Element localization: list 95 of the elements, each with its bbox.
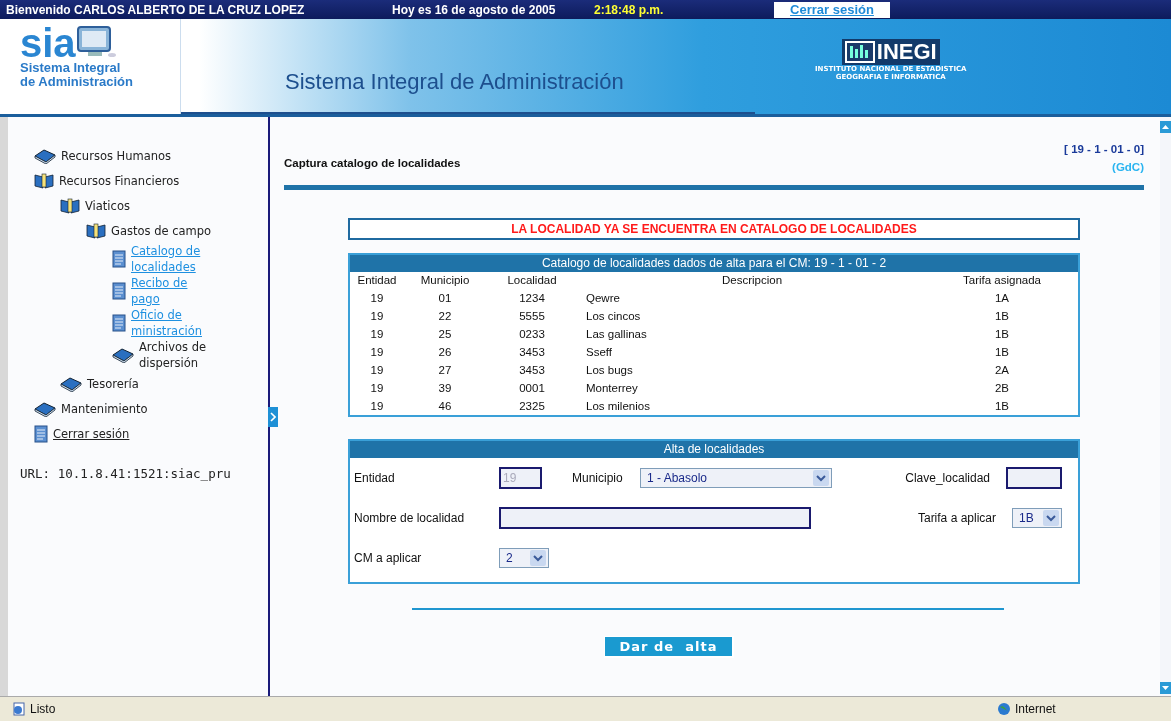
table-cell-text: 26 (437, 345, 453, 360)
chevron-icon (270, 412, 276, 422)
logo-subtitle: Sistema Integral (20, 61, 122, 75)
table-cell-text: 3453 (518, 345, 546, 360)
table-cell-text: 1A (993, 291, 1011, 306)
column-header: Municipio (419, 273, 471, 288)
field-label: Entidad (353, 471, 396, 485)
table-cell-text: 2A (993, 363, 1011, 378)
table-cell-text: 0233 (518, 327, 546, 342)
table-cell-text: 2325 (518, 399, 546, 414)
table-cell-text: 1234 (518, 291, 546, 306)
table-cell-text: 22 (437, 309, 453, 324)
table-cell-text: 1B (993, 309, 1011, 324)
alert-message: LA LOCALIDAD YA SE ENCUENTRA EN CATALOGO DE LOCALIDADES (511, 222, 917, 236)
input-field[interactable] (1006, 467, 1062, 489)
table-cell-text: Qewre (585, 291, 621, 306)
input-field[interactable] (499, 507, 811, 529)
table-cell-text: 19 (369, 363, 385, 378)
time-text: 2:18:48 p.m. (594, 2, 665, 17)
field-label: Municipio (572, 471, 624, 485)
table-cell-text: 0001 (518, 381, 546, 396)
table-cell-text: 39 (437, 381, 453, 396)
document-icon (112, 250, 126, 268)
status-text: Listo (30, 702, 56, 716)
column-header: Entidad (356, 273, 398, 288)
table-cell-text: 19 (369, 381, 385, 396)
menu-item[interactable]: Tesorería (87, 375, 139, 392)
org-logo-text: INEGI (876, 40, 937, 64)
table-cell-text: Las gallinas (585, 327, 648, 342)
url-text: URL: 10.1.8.41:1521:siac_pru (20, 466, 232, 481)
table-cell-text: 1B (993, 399, 1011, 414)
logo-subtitle: de Administración (20, 75, 134, 89)
book-icon (34, 147, 56, 164)
menu-item[interactable]: Recursos Financieros (59, 172, 180, 189)
table-cell-text: 1B (993, 327, 1011, 342)
open-book-icon (34, 172, 54, 189)
menu-link[interactable]: Cerrar sesión (53, 425, 130, 442)
table-cell-text: 27 (437, 363, 453, 378)
table-cell-text: 19 (369, 291, 385, 306)
document-icon (34, 424, 48, 443)
page-icon (12, 702, 26, 716)
book-icon (60, 375, 82, 392)
scroll-down-icon[interactable] (1160, 682, 1171, 694)
field-label: Clave_localidad (905, 471, 990, 485)
column-header: Descripcion (720, 273, 784, 288)
table-cell-text: 5555 (518, 309, 546, 324)
dropdown[interactable]: 1 - Abasolo (640, 468, 832, 488)
menu-item[interactable]: Viaticos (85, 197, 130, 214)
zone-text: Internet (1015, 702, 1057, 716)
dropdown[interactable]: 1B (1012, 508, 1062, 528)
page-title: Captura catalogo de localidades (284, 157, 461, 169)
field-label: CM a aplicar (353, 551, 423, 565)
menu-item[interactable]: Archivos de dispersión (139, 339, 219, 371)
field-label: Tarifa a aplicar (917, 511, 996, 525)
dropdown[interactable]: 2 (499, 548, 549, 568)
globe-icon (997, 702, 1011, 716)
open-book-icon (86, 222, 106, 239)
table-cell-text: 25 (437, 327, 453, 342)
table-cell-text: 01 (437, 291, 453, 306)
scroll-up-icon[interactable] (1160, 121, 1171, 133)
table-cell-text: 3453 (518, 363, 546, 378)
date-text: Hoy es 16 de agosto de 2005 (392, 2, 557, 17)
column-header: Localidad (506, 273, 558, 288)
document-icon (112, 314, 126, 332)
book-icon (112, 347, 134, 363)
collapse-toggle[interactable] (268, 407, 278, 427)
menu-item[interactable]: Mantenimiento (61, 400, 148, 417)
table-cell-text: 19 (369, 327, 385, 342)
logout-link[interactable]: Cerrar sesión (774, 1, 890, 18)
menu-item[interactable]: Gastos de campo (111, 222, 212, 239)
table-cell-text: 46 (437, 399, 453, 414)
book-icon (34, 400, 56, 417)
monitor-icon (75, 25, 116, 59)
form-title: Alta de localidades (350, 441, 1078, 458)
app-title: Sistema Integral de Administración (285, 69, 624, 94)
table-cell-text: 19 (369, 345, 385, 360)
logo-text: sia (20, 25, 76, 61)
table-cell-text: 19 (369, 399, 385, 414)
table-cell-text: 19 (369, 309, 385, 324)
menu-item[interactable]: Recursos Humanos (61, 147, 172, 164)
page-code: [ 19 - 1 - 01 - 0] (1064, 143, 1144, 155)
table-cell-text: Los bugs (585, 363, 634, 378)
page-tag: (GdC) (1112, 161, 1144, 173)
welcome-text: Bienvenido CARLOS ALBERTO DE LA CRUZ LOPEZ (6, 2, 306, 17)
table-cell-text: 2B (993, 381, 1011, 396)
field-label: Nombre de localidad (353, 511, 466, 525)
column-header: Tarifa asignada (962, 273, 1042, 288)
table-cell-text: Los cincos (585, 309, 642, 324)
table-title: Catalogo de localidades dados de alta para el CM: 19 - 1 - 01 - 2 (350, 255, 1078, 272)
table-cell-text: Sseff (585, 345, 613, 360)
open-book-icon (60, 197, 80, 214)
table-cell-text: Monterrey (585, 381, 639, 396)
document-icon (112, 282, 126, 300)
table-cell-text: 1B (993, 345, 1011, 360)
table-cell-text: Los milenios (585, 399, 651, 414)
